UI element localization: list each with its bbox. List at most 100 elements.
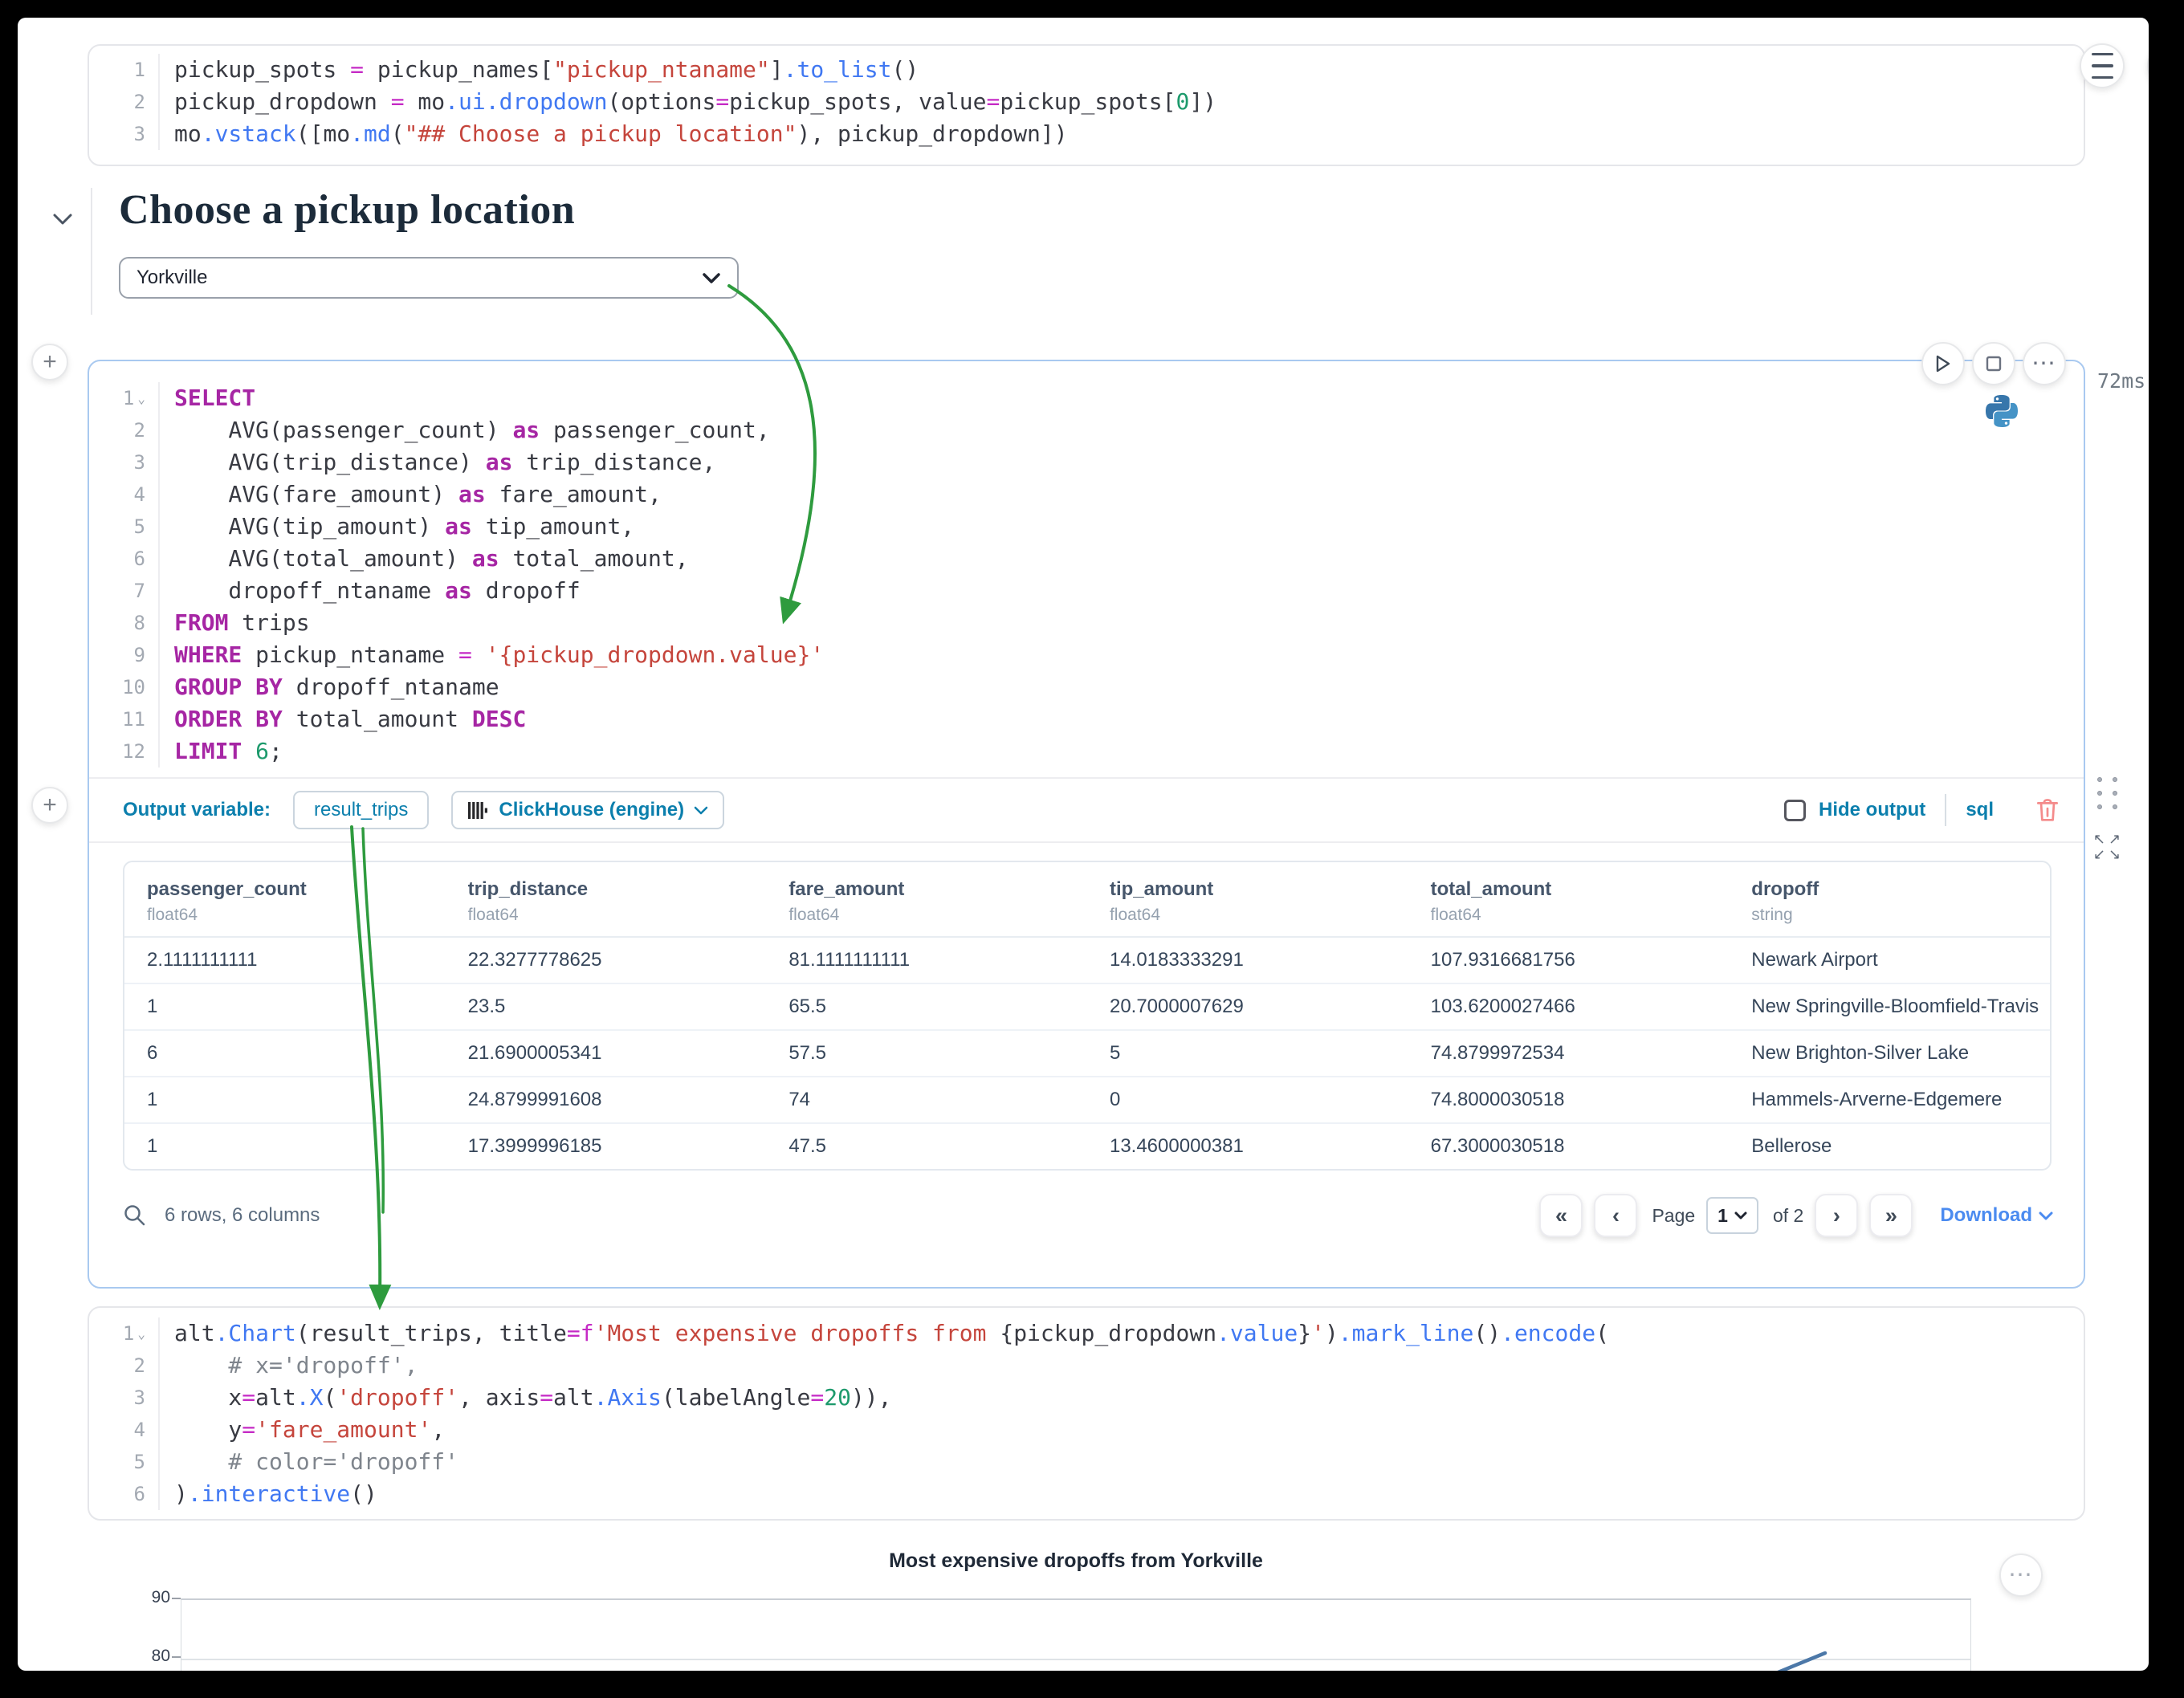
code-text: alt.Chart(result_trips, title=f'Most exp… — [160, 1317, 1609, 1350]
column-header-dropoff[interactable]: dropoffstring — [1729, 862, 2050, 937]
line-number: 1⌄ — [89, 1317, 160, 1350]
language-toggle-sql[interactable]: sql — [1966, 799, 1994, 821]
code-line: 5 AVG(tip_amount) as tip_amount, — [89, 511, 2084, 543]
fold-chevron-icon[interactable]: ⌄ — [137, 391, 145, 406]
table-cell: 1 — [124, 983, 446, 1030]
table-cell: 81.1111111111 — [766, 937, 1087, 983]
first-page-button[interactable]: « — [1539, 1194, 1583, 1237]
pickup-location-dropdown[interactable]: Yorkville — [119, 257, 739, 299]
next-page-button[interactable]: › — [1815, 1194, 1858, 1237]
table-row[interactable]: 621.690000534157.5574.8799972534New Brig… — [124, 1030, 2050, 1077]
output-variable-input[interactable]: result_trips — [293, 791, 429, 829]
table-cell: 2.1111111111 — [124, 937, 446, 983]
prev-page-button[interactable]: ‹ — [1594, 1194, 1637, 1237]
code-line: 4 y='fare_amount', — [89, 1414, 2084, 1446]
table-cell: 13.4600000381 — [1087, 1123, 1408, 1169]
output-variable-label: Output variable: — [123, 799, 271, 821]
more-dots-icon: ⋯ — [2031, 360, 2057, 368]
chart-more-button[interactable]: ⋯ — [1999, 1553, 2043, 1597]
page-label: Page — [1652, 1205, 1695, 1227]
code-text: GROUP BY dropoff_ntaname — [160, 671, 499, 703]
sql-cell[interactable]: 1⌄SELECT2 AVG(passenger_count) as passen… — [88, 360, 2085, 1289]
code-line: 3mo.vstack([mo.md("## Choose a pickup lo… — [89, 118, 2084, 150]
code-text: AVG(passenger_count) as passenger_count, — [160, 414, 770, 446]
column-header-total_amount[interactable]: total_amountfloat64 — [1408, 862, 1730, 937]
table-cell: 74 — [766, 1077, 1087, 1123]
table-cell: 74.8000030518 — [1408, 1077, 1730, 1123]
line-number: 8 — [89, 607, 160, 639]
table-row[interactable]: 117.399999618547.513.460000038167.300003… — [124, 1123, 2050, 1169]
run-cell-button[interactable] — [1921, 342, 1965, 385]
drag-handle-icon[interactable] — [2097, 777, 2117, 809]
code-text: AVG(tip_amount) as tip_amount, — [160, 511, 634, 543]
table-row[interactable]: 2.111111111122.327777862581.111111111114… — [124, 937, 2050, 983]
code-text: x=alt.X('dropoff', axis=alt.Axis(labelAn… — [160, 1382, 892, 1414]
page-number-select[interactable]: 1 — [1706, 1197, 1758, 1234]
table-cell: New Brighton-Silver Lake — [1729, 1030, 2050, 1077]
table-cell: Hammels-Arverne-Edgemere — [1729, 1077, 2050, 1123]
stop-cell-button[interactable] — [1972, 342, 2015, 385]
code-line: 9WHERE pickup_ntaname = '{pickup_dropdow… — [89, 639, 2084, 671]
stop-icon — [1986, 356, 2002, 372]
dropdown-selected-value: Yorkville — [136, 267, 208, 289]
engine-name: ClickHouse (engine) — [499, 799, 684, 821]
search-icon[interactable] — [123, 1203, 147, 1228]
table-cell: 1 — [124, 1077, 446, 1123]
fold-chevron-icon[interactable]: ⌄ — [137, 1326, 145, 1342]
expand-cell-icon[interactable]: ↖↗ ↙↘ — [2091, 832, 2126, 862]
sql-editor[interactable]: 1⌄SELECT2 AVG(passenger_count) as passen… — [89, 361, 2084, 768]
sql-output-bar: Output variable: result_trips ClickHouse… — [89, 777, 2084, 843]
code-editor[interactable]: 1pickup_spots = pickup_names["pickup_nta… — [89, 54, 2084, 150]
double-chevron-right-icon: » — [1885, 1203, 1897, 1228]
code-line: 2pickup_dropdown = mo.ui.dropdown(option… — [89, 86, 2084, 118]
table-cell: 107.9316681756 — [1408, 937, 1730, 983]
code-text: FROM trips — [160, 607, 310, 639]
line-number: 5 — [89, 511, 160, 543]
add-cell-button[interactable]: + — [31, 344, 68, 381]
line-number: 2 — [89, 414, 160, 446]
code-line: 2 # x='dropoff', — [89, 1350, 2084, 1382]
table-cell: 1 — [124, 1123, 446, 1169]
settings-button[interactable]: ⚙ — [2147, 43, 2149, 88]
code-editor[interactable]: 1⌄alt.Chart(result_trips, title=f'Most e… — [89, 1317, 2084, 1510]
column-header-trip_distance[interactable]: trip_distancefloat64 — [446, 862, 767, 937]
code-text: AVG(fare_amount) as fare_amount, — [160, 478, 662, 511]
column-header-fare_amount[interactable]: fare_amountfloat64 — [766, 862, 1087, 937]
cell-more-button[interactable]: ⋯ — [2023, 342, 2066, 385]
table-cell: New Springville-Bloomfield-Travis — [1729, 983, 2050, 1030]
code-text: WHERE pickup_ntaname = '{pickup_dropdown… — [160, 639, 824, 671]
hamburger-icon — [2092, 53, 2113, 56]
line-number: 4 — [89, 478, 160, 511]
code-text: mo.vstack([mo.md("## Choose a pickup loc… — [160, 118, 1068, 150]
y-axis-tick-label: 80 — [122, 1647, 170, 1666]
download-button[interactable]: Download — [1940, 1204, 2053, 1227]
table-cell: 22.3277778625 — [446, 937, 767, 983]
line-number: 1 — [89, 54, 160, 86]
notebook-menu-button[interactable] — [2080, 43, 2125, 88]
table-cell: Newark Airport — [1729, 937, 2050, 983]
y-axis-tick — [172, 1598, 181, 1599]
hide-output-checkbox[interactable] — [1784, 800, 1806, 821]
engine-selector-button[interactable]: ClickHouse (engine) — [451, 791, 724, 829]
cell-gutter-line — [91, 188, 92, 315]
last-page-button[interactable]: » — [1869, 1194, 1913, 1237]
table-cell: 47.5 — [766, 1123, 1087, 1169]
delete-cell-button[interactable] — [2035, 797, 2060, 823]
table-row[interactable]: 124.879999160874074.8000030518Hammels-Ar… — [124, 1077, 2050, 1123]
table-cell: 6 — [124, 1030, 446, 1077]
hide-output-label[interactable]: Hide output — [1819, 799, 1925, 821]
code-cell-altair[interactable]: 1⌄alt.Chart(result_trips, title=f'Most e… — [88, 1306, 2085, 1521]
y-axis-tick — [172, 1656, 181, 1658]
collapse-cell-chevron-icon[interactable] — [47, 207, 79, 231]
code-text: AVG(total_amount) as total_amount, — [160, 543, 689, 575]
table-row[interactable]: 123.565.520.7000007629103.6200027466New … — [124, 983, 2050, 1030]
chevron-left-icon: ‹ — [1612, 1203, 1620, 1228]
line-number: 6 — [89, 543, 160, 575]
column-header-tip_amount[interactable]: tip_amountfloat64 — [1087, 862, 1408, 937]
code-cell-python-top[interactable]: 1pickup_spots = pickup_names["pickup_nta… — [88, 44, 2085, 166]
chart-plot-area[interactable] — [181, 1598, 1971, 1671]
plus-icon: + — [43, 792, 57, 819]
column-header-passenger_count[interactable]: passenger_countfloat64 — [124, 862, 446, 937]
add-cell-button[interactable]: + — [31, 787, 68, 824]
code-text: LIMIT 6; — [160, 735, 283, 768]
